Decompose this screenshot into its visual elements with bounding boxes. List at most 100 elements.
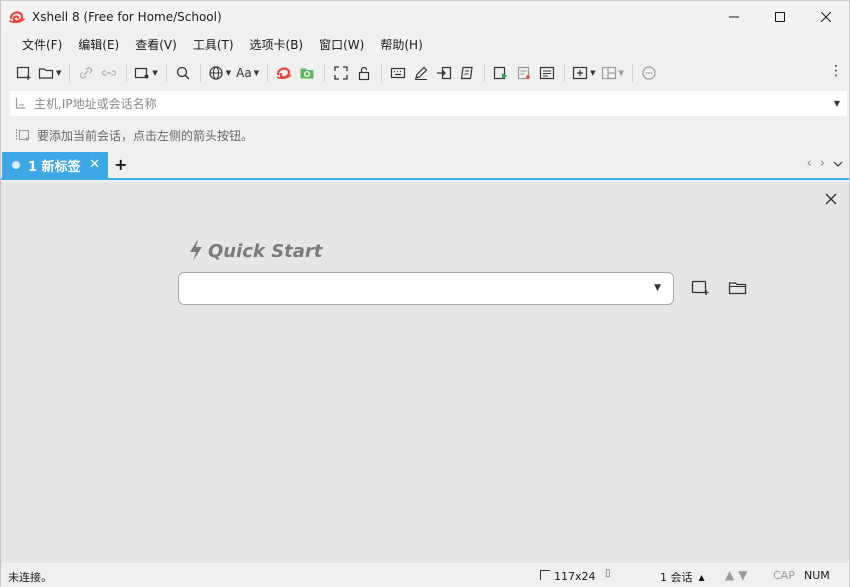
maximize-icon	[775, 11, 785, 22]
font-label: Aa	[236, 66, 252, 80]
script-button[interactable]	[456, 62, 478, 84]
toolbar-divider	[69, 64, 71, 82]
menu-file[interactable]: 文件(F)	[14, 34, 70, 56]
tab-list-icon[interactable]	[833, 157, 843, 170]
address-icon	[14, 97, 28, 111]
minimize-button[interactable]	[711, 1, 757, 32]
close-panel-icon[interactable]	[825, 190, 837, 209]
transfer-arrows: ▲ ▼	[725, 568, 747, 582]
tab-new-session[interactable]: 1 新标签 ✕	[2, 152, 108, 178]
add-tab-button[interactable]: +	[114, 155, 127, 174]
chevron-down-icon: ▼	[618, 69, 624, 77]
title-bar: Xshell 8 (Free for Home/School)	[1, 1, 849, 32]
log-button[interactable]	[513, 62, 535, 84]
menu-tools[interactable]: 工具(T)	[185, 34, 242, 56]
terminal-size-value: 117x24	[554, 570, 596, 583]
chevron-down-icon: ▼	[225, 69, 232, 77]
log-icon	[518, 66, 530, 80]
menu-tabs[interactable]: 选项卡(B)	[242, 34, 312, 56]
quick-start-panel: Quick Start ▼	[1, 182, 849, 563]
open-folder-icon[interactable]	[728, 281, 748, 298]
start-log-button[interactable]	[490, 62, 512, 84]
add-session-arrow-icon[interactable]	[15, 128, 31, 142]
xftp-icon	[300, 68, 314, 79]
xftp-button[interactable]	[296, 62, 318, 84]
caps-lock-indicator: CAP	[773, 569, 795, 582]
more-options-icon[interactable]: ⋮	[829, 64, 843, 78]
address-dropdown-icon[interactable]: ▼	[827, 99, 847, 108]
chevron-up-icon: ▲	[698, 572, 705, 582]
tab-status-dot	[12, 161, 20, 169]
toolbar-divider	[199, 64, 201, 82]
toolbar-divider	[631, 64, 633, 82]
tab-prev-icon[interactable]: ‹	[807, 156, 812, 171]
menu-window[interactable]: 窗口(W)	[311, 34, 372, 56]
chevron-down-icon: ▼	[152, 69, 158, 77]
disconnect-button[interactable]	[98, 62, 120, 84]
chat-icon	[642, 66, 656, 80]
menu-help[interactable]: 帮助(H)	[372, 34, 430, 56]
globe-icon	[209, 66, 223, 80]
transfer-button[interactable]	[433, 62, 455, 84]
chevron-down-icon: ▼	[56, 69, 62, 77]
quick-start-title: Quick Start	[208, 241, 323, 262]
host-address-input[interactable]	[34, 96, 827, 111]
tab-next-icon[interactable]: ›	[820, 156, 825, 171]
link-icon	[80, 67, 93, 79]
tab-label: 1 新标签	[28, 159, 81, 175]
new-tab-button[interactable]: ▼	[570, 62, 597, 84]
new-session-icon[interactable]	[691, 280, 711, 299]
play-log-icon	[494, 66, 508, 80]
xshell-button[interactable]	[273, 62, 295, 84]
hint-bar: 要添加当前会话，点击左侧的箭头按钮。	[15, 124, 253, 146]
folder-icon	[38, 68, 54, 79]
session-properties-button[interactable]: ▼	[132, 62, 159, 84]
num-lock-indicator: NUM	[804, 569, 830, 582]
chevron-down-icon[interactable]: ▼	[654, 283, 661, 293]
new-session-button[interactable]	[13, 62, 35, 84]
quick-start-heading: Quick Start	[188, 238, 322, 265]
search-icon	[176, 66, 190, 80]
lock-button[interactable]	[353, 62, 375, 84]
xshell-window: Xshell 8 (Free for Home/School) 文件(F) 编辑…	[0, 0, 850, 587]
maximize-button[interactable]	[757, 1, 803, 32]
add-box-icon	[573, 66, 588, 80]
new-session-icon	[16, 66, 31, 80]
terminal-type-icon: ▯	[605, 568, 611, 579]
terminal-size: 117x24	[539, 569, 596, 584]
minimize-icon	[729, 16, 739, 17]
fullscreen-button[interactable]	[330, 62, 352, 84]
keyboard-button[interactable]	[387, 62, 409, 84]
layout-button[interactable]: ▼	[599, 62, 626, 84]
tab-close-icon[interactable]: ✕	[89, 157, 100, 172]
keyboard-icon	[391, 67, 406, 79]
menu-view[interactable]: 查看(V)	[127, 34, 185, 56]
encoding-button[interactable]: ▼	[206, 62, 233, 84]
session-count[interactable]: 1 会话 ▲	[660, 569, 705, 585]
tab-navigation: ‹ ›	[807, 156, 843, 171]
connect-button[interactable]	[75, 62, 97, 84]
close-window-button[interactable]	[803, 1, 849, 32]
chevron-down-icon: ▼	[253, 69, 260, 77]
toolbar-divider	[267, 64, 269, 82]
open-folder-button[interactable]: ▼	[36, 62, 63, 84]
layout-icon	[601, 66, 616, 80]
compose-button[interactable]	[536, 62, 558, 84]
font-button[interactable]: Aa ▼	[234, 62, 261, 84]
chat-button[interactable]	[638, 62, 660, 84]
script-icon	[460, 66, 473, 80]
highlight-button[interactable]	[410, 62, 432, 84]
chevron-down-icon: ▼	[590, 69, 596, 77]
window-controls	[711, 1, 849, 32]
find-button[interactable]	[172, 62, 194, 84]
quick-start-combobox[interactable]: ▼	[178, 272, 674, 305]
compose-icon	[540, 66, 555, 80]
menu-edit[interactable]: 编辑(E)	[70, 34, 127, 56]
toolbar-divider	[381, 64, 383, 82]
unlink-icon	[102, 70, 117, 76]
connection-status: 未连接。	[8, 571, 52, 584]
transfer-icon	[437, 66, 452, 80]
fullscreen-icon	[334, 66, 348, 80]
toolbar: ▼ ▼ ▼ Aa ▼ ▼ ▼ ⋮	[1, 60, 849, 86]
toolbar-divider	[324, 64, 326, 82]
